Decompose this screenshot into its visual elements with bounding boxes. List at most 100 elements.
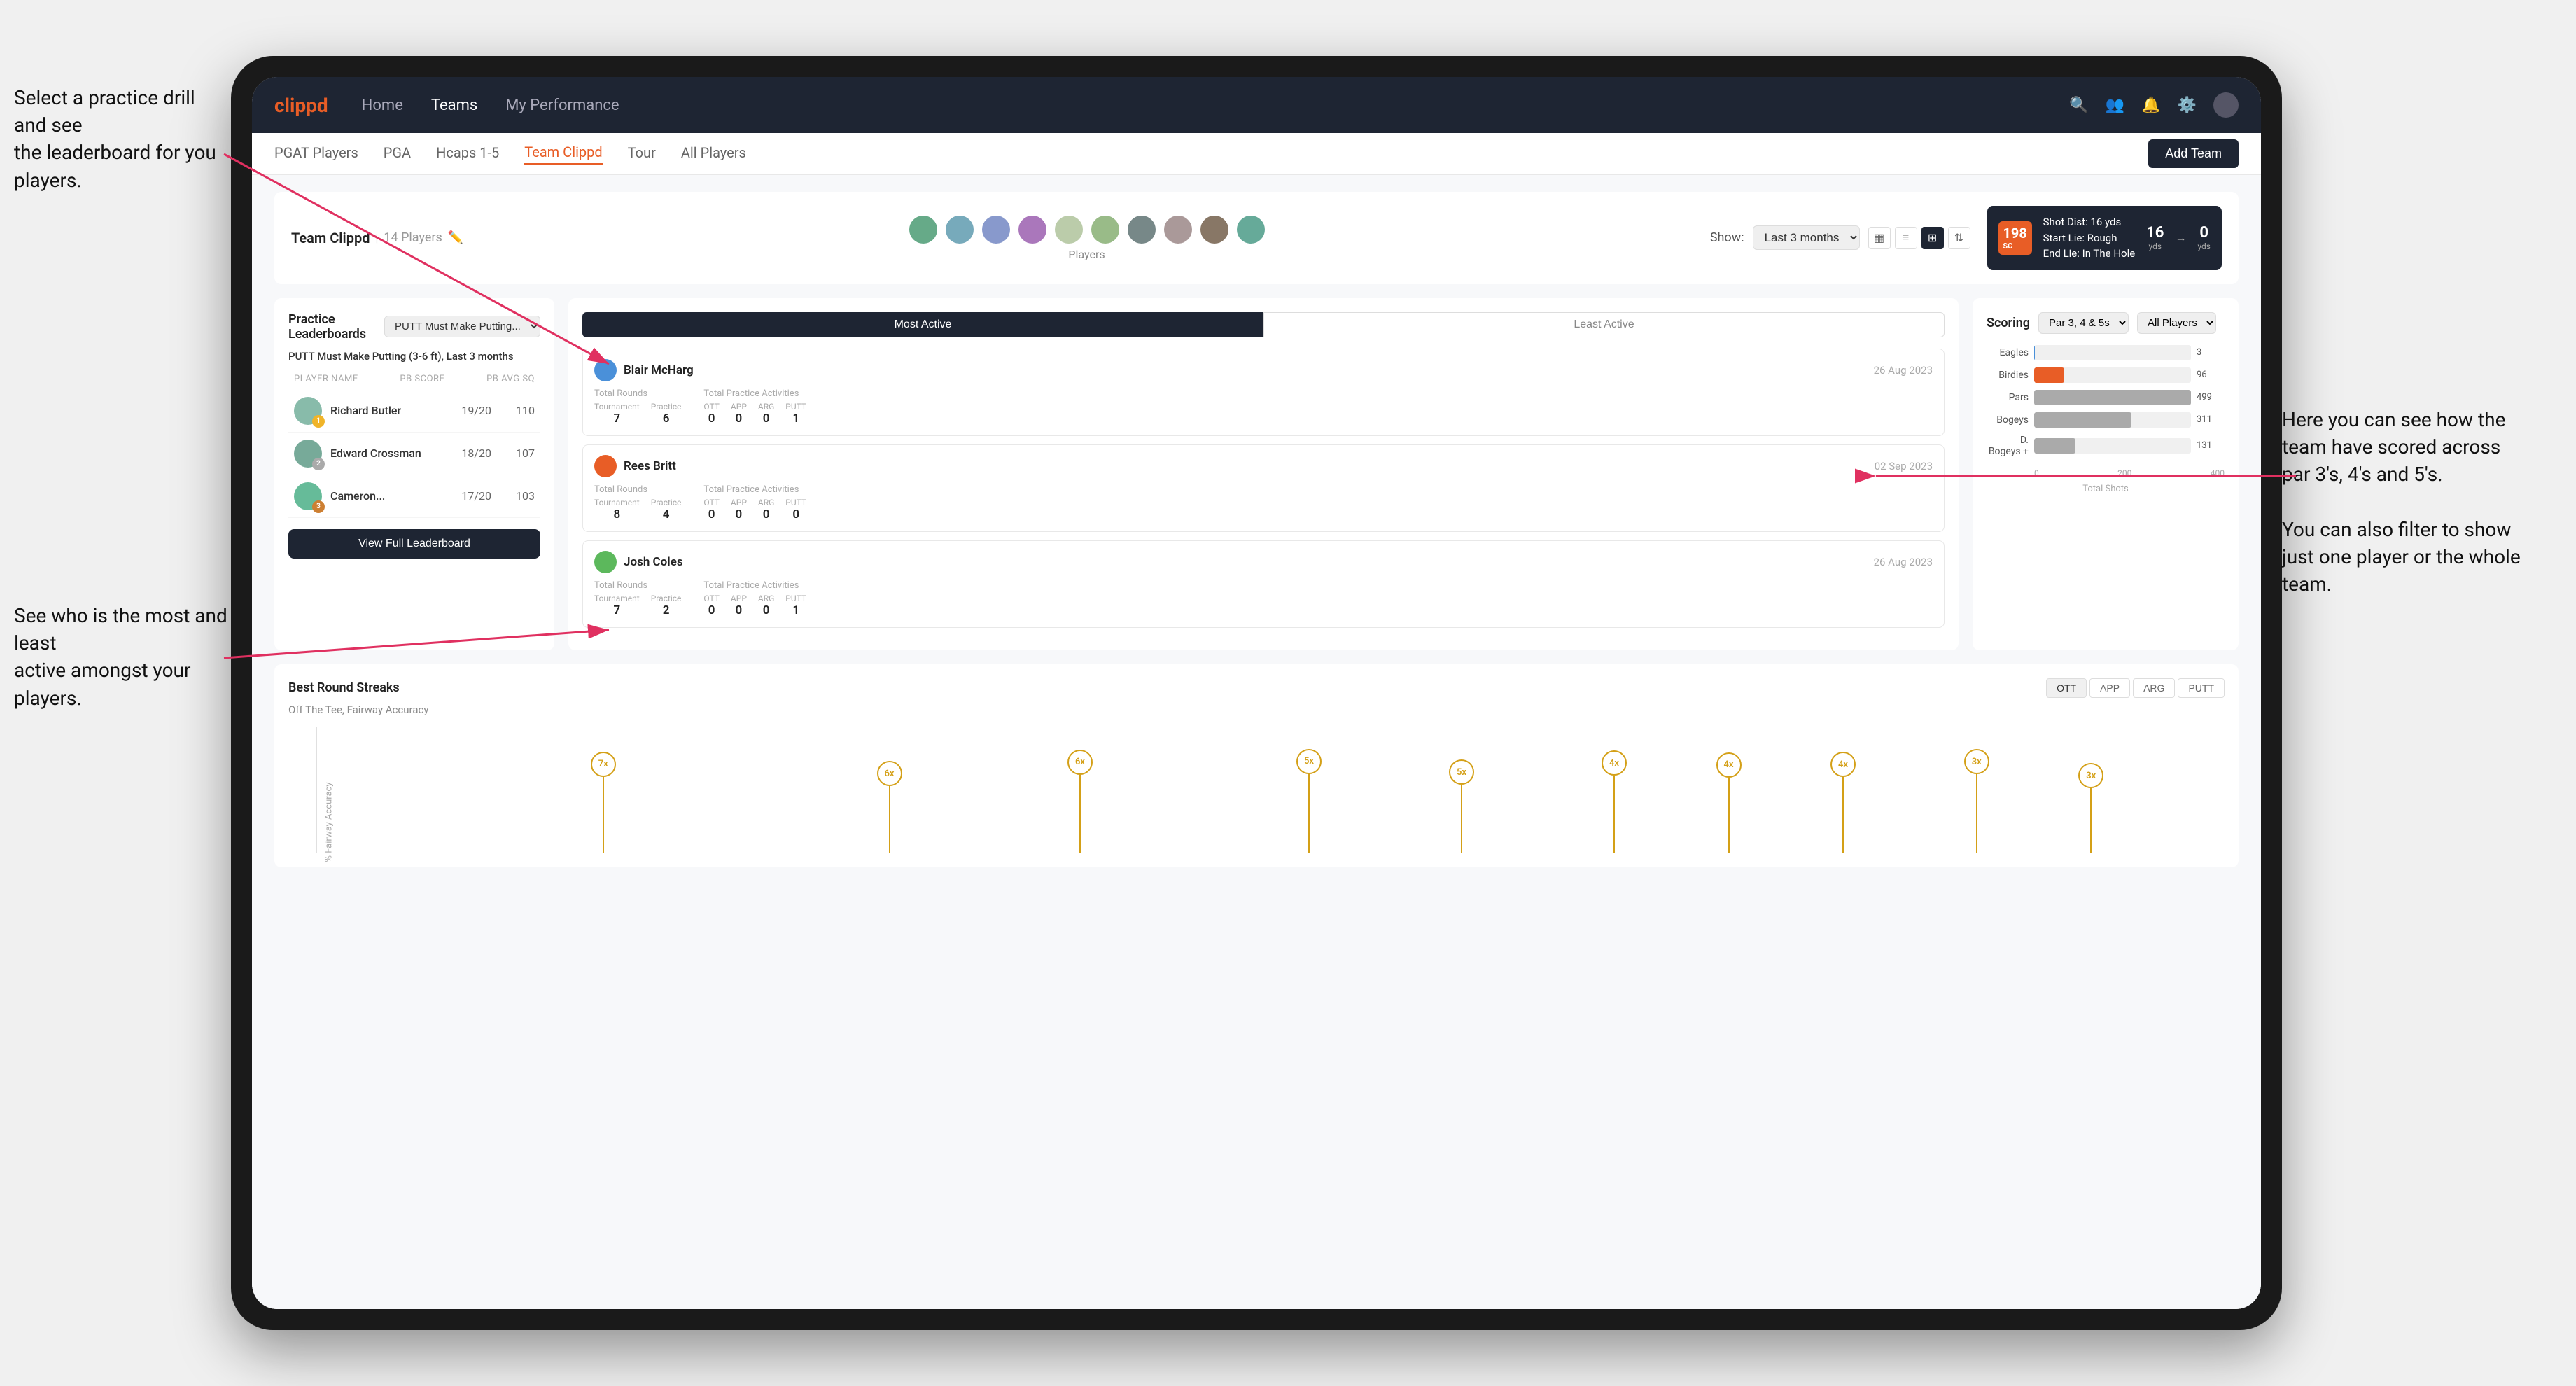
start-lie-label: Start Lie: <box>2043 232 2085 244</box>
lb-avatar: 2 <box>294 440 322 468</box>
lb-table-header: PLAYER NAME PB SCORE PB AVG SQ <box>288 374 540 384</box>
pa-practice-values: OTT 0 APP 0 ARG 0 PUTT 1 <box>704 402 806 426</box>
pa-rounds-values: Tournament 8 Practice 4 <box>594 498 681 522</box>
people-icon[interactable]: 👥 <box>2106 97 2124 114</box>
avatar-1[interactable] <box>908 214 939 245</box>
middle-section: Practice Leaderboards PUTT Must Make Put… <box>274 298 2239 650</box>
streak-btn-app[interactable]: APP <box>2090 678 2130 698</box>
streaks-card: Best Round Streaks OTT APP ARG PUTT Off … <box>274 664 2239 867</box>
pa-header: Blair McHarg 26 Aug 2023 <box>594 359 1933 382</box>
practice-col: Practice 2 <box>651 594 682 617</box>
bar-fill <box>2034 390 2191 405</box>
total-practice-label: Total Practice Activities <box>704 580 806 591</box>
avatar-5[interactable] <box>1054 214 1084 245</box>
total-practice-group: Total Practice Activities OTT 0 APP 0 AR… <box>704 580 806 617</box>
bar-label: Bogeys <box>1987 414 2029 426</box>
bar-fill <box>2034 368 2064 383</box>
streak-btn-arg[interactable]: ARG <box>2133 678 2175 698</box>
pa-header: Rees Britt 02 Sep 2023 <box>594 455 1933 477</box>
activity-tabs: Most Active Least Active <box>582 312 1945 337</box>
chart-axis: 0 200 400 <box>1987 468 2225 478</box>
player-activity-row: Josh Coles 26 Aug 2023 Total Rounds Tour… <box>582 540 1945 628</box>
search-icon[interactable]: 🔍 <box>2069 97 2088 114</box>
streak-dot: 4x <box>1602 750 1627 852</box>
arrow-separator: → <box>2175 231 2186 245</box>
nav-link-teams[interactable]: Teams <box>431 97 477 114</box>
most-active-tab[interactable]: Most Active <box>582 312 1264 337</box>
show-period-select[interactable]: Last 3 months <box>1753 225 1860 250</box>
pa-avatar <box>594 359 617 382</box>
avatar-8[interactable] <box>1163 214 1194 245</box>
filter-button[interactable]: ⇅ <box>1948 227 1970 249</box>
scoring-filter-select[interactable]: Par 3, 4 & 5s <box>2038 312 2129 334</box>
subnav-team-clippd[interactable]: Team Clippd <box>524 144 602 164</box>
subnav-hcaps[interactable]: Hcaps 1-5 <box>436 144 499 164</box>
annotation-bottom-left: See who is the most and least active amo… <box>14 602 238 712</box>
end-lie-value: In The Hole <box>2082 247 2136 260</box>
scoring-players-select[interactable]: All Players <box>2137 312 2216 334</box>
subnav-pgat[interactable]: PGAT Players <box>274 144 358 164</box>
bell-icon[interactable]: 🔔 <box>2141 97 2160 114</box>
bar-container <box>2034 412 2191 428</box>
streak-dot: 5x <box>1449 760 1474 852</box>
lb-row: 1Richard Butler19/20110 <box>288 390 540 433</box>
pa-date: 02 Sep 2023 <box>1875 460 1933 472</box>
team-header-card: Team Clippd | 14 Players ✏️ <box>274 192 2239 284</box>
avatar-2[interactable] <box>944 214 975 245</box>
avatar-7[interactable] <box>1126 214 1157 245</box>
subnav-tour[interactable]: Tour <box>628 144 656 164</box>
streak-btn-putt[interactable]: PUTT <box>2178 678 2225 698</box>
activity-card: Most Active Least Active Blair McHarg 26… <box>568 298 1959 650</box>
bar-fill <box>2034 438 2076 454</box>
least-active-tab[interactable]: Least Active <box>1264 312 1945 337</box>
arg-col: ARG 0 <box>758 498 774 522</box>
player-activity-row: Rees Britt 02 Sep 2023 Total Rounds Tour… <box>582 444 1945 532</box>
yards-to-value: 0 <box>2197 224 2211 241</box>
streak-line <box>1976 774 1977 852</box>
tablet-screen: clippd Home Teams My Performance 🔍 👥 🔔 ⚙… <box>252 77 2261 1309</box>
leaderboard-card: Practice Leaderboards PUTT Must Make Put… <box>274 298 554 650</box>
view-full-leaderboard-button[interactable]: View Full Leaderboard <box>288 529 540 559</box>
practice-col: Practice 6 <box>651 402 682 426</box>
drill-select[interactable]: PUTT Must Make Putting... <box>384 316 540 337</box>
grid-view-button[interactable]: ▦ <box>1868 227 1891 249</box>
scoring-title: Scoring <box>1987 316 2030 330</box>
avatar-6[interactable] <box>1090 214 1121 245</box>
bar-container <box>2034 368 2191 383</box>
avatar-3[interactable] <box>981 214 1011 245</box>
pa-rounds-values: Tournament 7 Practice 6 <box>594 402 681 426</box>
subnav-pga[interactable]: PGA <box>384 144 411 164</box>
streak-label: 7x <box>591 752 616 777</box>
player-name: Cameron... <box>330 489 453 503</box>
bar-row: Eagles 3 <box>1987 345 2225 360</box>
total-rounds-group: Total Rounds Tournament 8 Practice 4 <box>594 484 681 522</box>
user-avatar[interactable] <box>2213 92 2239 118</box>
yards-from-value: 16 <box>2146 224 2164 241</box>
list-view-button[interactable]: ≡ <box>1895 227 1917 249</box>
practice-col: Practice 4 <box>651 498 682 522</box>
streak-btn-ott[interactable]: OTT <box>2046 678 2087 698</box>
card-view-button[interactable]: ⊞ <box>1921 227 1944 249</box>
edit-icon[interactable]: ✏️ <box>448 230 463 245</box>
bar-value: 96 <box>2197 370 2225 380</box>
arg-col: ARG 0 <box>758 402 774 426</box>
streaks-title: Best Round Streaks <box>288 680 400 695</box>
scoring-header: Scoring Par 3, 4 & 5s All Players <box>1987 312 2225 334</box>
nav-link-home[interactable]: Home <box>362 97 403 114</box>
pa-stats: Total Rounds Tournament 7 Practice 6 Tot… <box>594 388 1933 426</box>
ott-col: OTT 0 <box>704 594 720 617</box>
streak-line <box>1308 774 1310 853</box>
avatar-9[interactable] <box>1199 214 1230 245</box>
streak-dot: 3x <box>1964 749 1989 852</box>
settings-icon[interactable]: ⚙️ <box>2178 97 2197 114</box>
tournament-col: Tournament 7 <box>594 402 640 426</box>
end-lie-label: End Lie: <box>2043 247 2080 260</box>
leaderboard-subtitle: PUTT Must Make Putting (3-6 ft), Last 3 … <box>288 350 540 363</box>
nav-link-performance[interactable]: My Performance <box>505 97 619 114</box>
subnav-all-players[interactable]: All Players <box>681 144 746 164</box>
add-team-button[interactable]: Add Team <box>2148 139 2239 168</box>
avatar-10[interactable] <box>1236 214 1266 245</box>
axis-400: 400 <box>2211 468 2225 478</box>
player-score: 18/20 <box>461 447 491 460</box>
avatar-4[interactable] <box>1017 214 1048 245</box>
